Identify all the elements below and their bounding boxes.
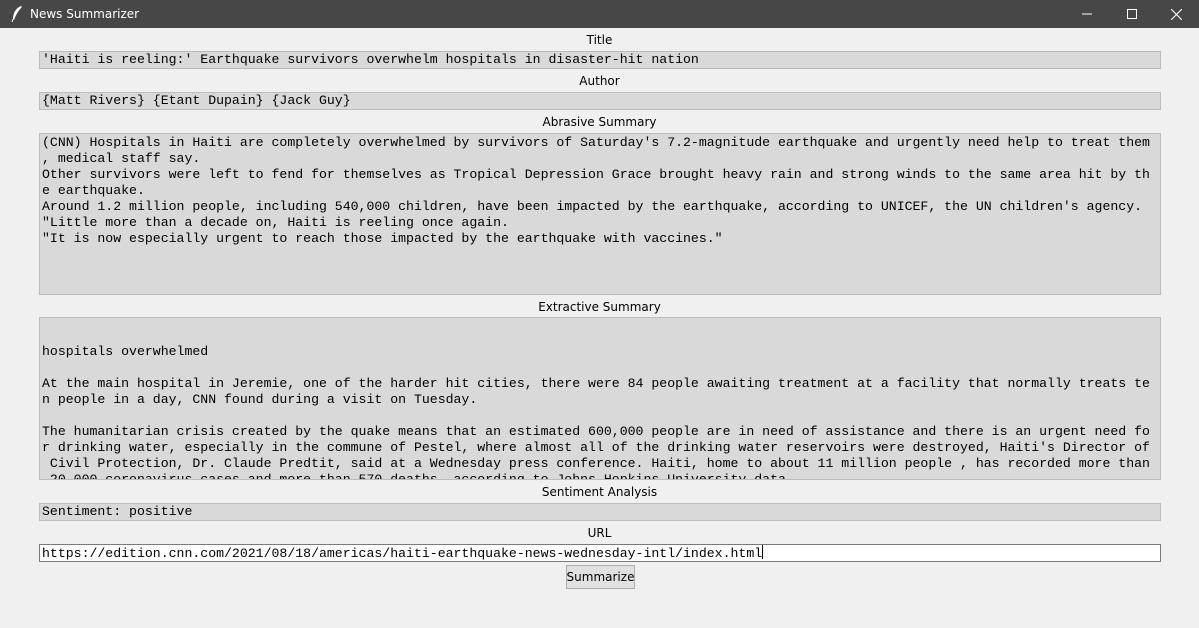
title-label: Title [586, 33, 613, 47]
summarize-button[interactable]: Summarize [566, 565, 635, 589]
minimize-button[interactable] [1064, 0, 1109, 28]
close-button[interactable] [1154, 0, 1199, 28]
extractive-summary-textbox[interactable]: hospitals overwhelmed At the main hospit… [39, 317, 1161, 480]
minimize-icon [1081, 9, 1092, 19]
title-field[interactable]: 'Haiti is reeling:' Earthquake survivors… [39, 51, 1161, 69]
close-icon [1171, 8, 1182, 20]
maximize-button[interactable] [1109, 0, 1154, 28]
text-caret [762, 545, 764, 559]
sentiment-label: Sentiment Analysis [541, 485, 658, 499]
maximize-icon [1126, 9, 1137, 19]
sentiment-field[interactable]: Sentiment: positive [39, 503, 1161, 521]
abrasive-summary-textbox[interactable]: (CNN) Hospitals in Haiti are completely … [39, 133, 1161, 295]
url-label: URL [587, 526, 612, 540]
window-title: News Summarizer [30, 7, 140, 21]
author-field[interactable]: {Matt Rivers} {Etant Dupain} {Jack Guy} [39, 92, 1161, 110]
url-input[interactable]: https://edition.cnn.com/2021/08/18/ameri… [39, 544, 1161, 562]
extractive-summary-label: Extractive Summary [538, 300, 661, 314]
feather-icon [10, 5, 24, 23]
extractive-summary-text: hospitals overwhelmed At the main hospit… [42, 344, 1150, 480]
abrasive-summary-label: Abrasive Summary [542, 115, 657, 129]
url-text: https://edition.cnn.com/2021/08/18/ameri… [42, 546, 763, 561]
author-label: Author [579, 74, 620, 88]
window-titlebar[interactable]: News Summarizer [0, 0, 1199, 28]
